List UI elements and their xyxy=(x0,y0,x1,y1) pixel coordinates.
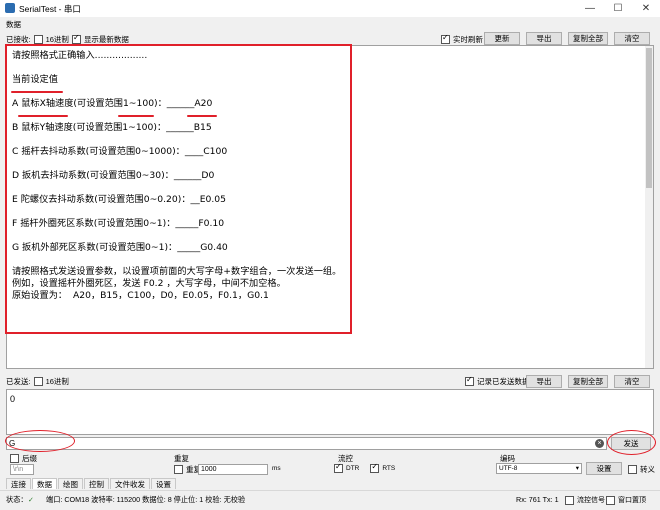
rts-checkbox[interactable] xyxy=(370,462,380,473)
send-button[interactable]: 发送 xyxy=(611,437,651,450)
encoding-select[interactable]: UTF-8 ▾ xyxy=(496,463,582,474)
window-top-checkbox[interactable] xyxy=(606,495,615,505)
rx-line: ​ xyxy=(12,182,341,194)
encoding-value: UTF-8 xyxy=(499,465,518,472)
rx-line: 当前设定值 xyxy=(12,74,58,85)
suffix-label: 后缀 xyxy=(22,454,37,463)
status-label: 状态： xyxy=(6,495,28,504)
record-sent-label: 记录已发送数据 xyxy=(477,377,530,386)
send-options: 后缀 \r\n 重复 重复 1000 ms 流控 DTR RTS 编码 UTF-… xyxy=(0,451,660,476)
rx-tx-counter: Rx: 761 Tx: 1 xyxy=(516,495,559,504)
escape-checkbox[interactable] xyxy=(628,465,637,474)
realtime-refresh-label: 实时刷新 xyxy=(453,35,483,44)
rx-hex-checkbox[interactable] xyxy=(33,35,43,44)
rx-line: ​ xyxy=(12,206,341,218)
tab-control[interactable]: 控制 xyxy=(84,478,109,489)
port-info: 端口: COM18 波特率: 115200 数据位: 8 停止位: 1 校验: … xyxy=(46,495,246,504)
rx-line: B 鼠标Y轴速度(可设置范围1~100)：______B15 xyxy=(12,122,212,133)
suffix-input[interactable]: \r\n xyxy=(10,464,34,475)
repeat-interval-input[interactable]: 1000 xyxy=(198,464,268,475)
serialtest-window: SerialTest - 串口 — ☐ ✕ 数据 已接收: 16进制 显示最新数… xyxy=(0,0,660,510)
suffix-checkbox[interactable] xyxy=(10,454,19,463)
status-bar: 状态： ✓ 端口: COM18 波特率: 115200 数据位: 8 停止位: … xyxy=(0,490,660,510)
rx-line: ​ xyxy=(12,134,341,146)
send-input[interactable]: G × xyxy=(6,437,607,450)
data-group-label: 数据 xyxy=(6,20,21,29)
repeat-checkbox[interactable] xyxy=(174,465,183,474)
tab-plot[interactable]: 绘图 xyxy=(58,478,83,489)
rx-line: 例如，设置摇杆外圈死区，发送 F0.2 ，大写字母，中间不加空格。 xyxy=(12,278,286,289)
rx-scrollbar-thumb[interactable] xyxy=(646,48,652,188)
rts-label: RTS xyxy=(382,465,396,472)
show-latest-label: 显示最新数据 xyxy=(83,35,129,44)
tx-export-button[interactable]: 导出 xyxy=(526,375,562,388)
close-button[interactable]: ✕ xyxy=(632,0,660,17)
dtr-checkbox[interactable] xyxy=(334,462,343,473)
realtime-refresh-checkbox[interactable] xyxy=(441,33,450,44)
annotation-underline xyxy=(11,91,63,93)
update-button[interactable]: 更新 xyxy=(484,32,520,45)
repeat-group-label: 重复 xyxy=(174,454,189,463)
tx-clear-button[interactable]: 清空 xyxy=(614,375,650,388)
tx-toolbar: 已发送: 16进制 记录已发送数据 导出 复制全部 清空 xyxy=(0,374,660,390)
annotation-underline xyxy=(18,115,68,117)
sent-label: 已发送: xyxy=(6,377,31,386)
minimize-button[interactable]: — xyxy=(576,0,604,17)
rx-line: G 扳机外部死区系数(可设置范围0~1)：_____G0.40 xyxy=(12,242,228,253)
tx-copy-all-button[interactable]: 复制全部 xyxy=(568,375,608,388)
rx-line: ​ xyxy=(12,230,341,242)
app-icon xyxy=(5,3,15,13)
rx-line: ​ xyxy=(12,62,341,74)
rx-clear-button[interactable]: 清空 xyxy=(614,32,650,45)
tab-file-transfer[interactable]: 文件收发 xyxy=(110,478,150,489)
send-input-value: G xyxy=(9,439,16,448)
tab-settings[interactable]: 设置 xyxy=(151,478,176,489)
clear-input-icon[interactable]: × xyxy=(595,439,604,448)
rx-line: E 陀螺仪去抖动系数(可设置范围0~0.20)：__E0.05 xyxy=(12,194,226,205)
escape-label: 转义 xyxy=(640,465,655,474)
annotation-underline xyxy=(187,115,217,117)
window-title: SerialTest - 串口 xyxy=(19,4,81,14)
settings-button[interactable]: 设置 xyxy=(586,462,622,475)
bottom-tabs: 连接 数据 绘图 控制 文件收发 设置 xyxy=(6,478,177,489)
status-ok-icon: ✓ xyxy=(28,495,35,504)
show-latest-checkbox[interactable] xyxy=(71,33,81,44)
received-label: 已接收: xyxy=(6,35,31,44)
rx-line: ​ xyxy=(12,254,341,266)
chevron-down-icon: ▾ xyxy=(575,465,579,472)
rx-line: ​ xyxy=(12,158,341,170)
received-text: 请按照格式正确输入.................. ​ 当前设定值 ​ A … xyxy=(12,50,341,302)
rx-line: D 扳机去抖动系数(可设置范围0~30)：______D0 xyxy=(12,170,215,181)
tab-connect[interactable]: 连接 xyxy=(6,478,31,489)
sent-history-value: 0 xyxy=(10,394,16,404)
flow-signal-label: 流控信号 xyxy=(577,497,605,504)
rx-line: 请按照格式发送设置参数，以设置项前面的大写字母+数字组合，一次发送一组。 xyxy=(12,266,342,277)
tab-data[interactable]: 数据 xyxy=(32,478,57,489)
rx-line: F 摇杆外圈死区系数(可设置范围0~1)：_____F0.10 xyxy=(12,218,225,229)
rx-line: A 鼠标X轴速度(可设置范围1~100)：______A20 xyxy=(12,98,213,109)
rx-line: C 摇杆去抖动系数(可设置范围0~1000)：____C100 xyxy=(12,146,228,157)
dtr-label: DTR xyxy=(346,465,360,472)
annotation-underline xyxy=(118,115,154,117)
repeat-unit: ms xyxy=(272,465,281,472)
tx-hex-checkbox[interactable] xyxy=(33,377,43,386)
rx-line: 请按照格式正确输入.................. xyxy=(12,50,148,61)
window-top-label: 窗口置顶 xyxy=(618,497,646,504)
rx-export-button[interactable]: 导出 xyxy=(526,32,562,45)
flow-signal-checkbox[interactable] xyxy=(565,495,574,505)
title-bar: SerialTest - 串口 — ☐ ✕ xyxy=(0,0,660,17)
record-sent-checkbox[interactable] xyxy=(465,375,474,386)
rx-copy-all-button[interactable]: 复制全部 xyxy=(568,32,608,45)
tx-hex-label: 16进制 xyxy=(45,377,69,386)
sent-history-area[interactable]: 0 xyxy=(6,389,654,435)
received-data-area[interactable]: 请按照格式正确输入.................. ​ 当前设定值 ​ A … xyxy=(6,45,654,369)
rx-line: 原始设置为： A20，B15，C100，D0，E0.05，F0.1，G0.1 xyxy=(12,290,269,301)
rx-hex-label: 16进制 xyxy=(45,35,69,44)
maximize-button[interactable]: ☐ xyxy=(604,0,632,17)
rx-scrollbar[interactable] xyxy=(645,46,653,368)
